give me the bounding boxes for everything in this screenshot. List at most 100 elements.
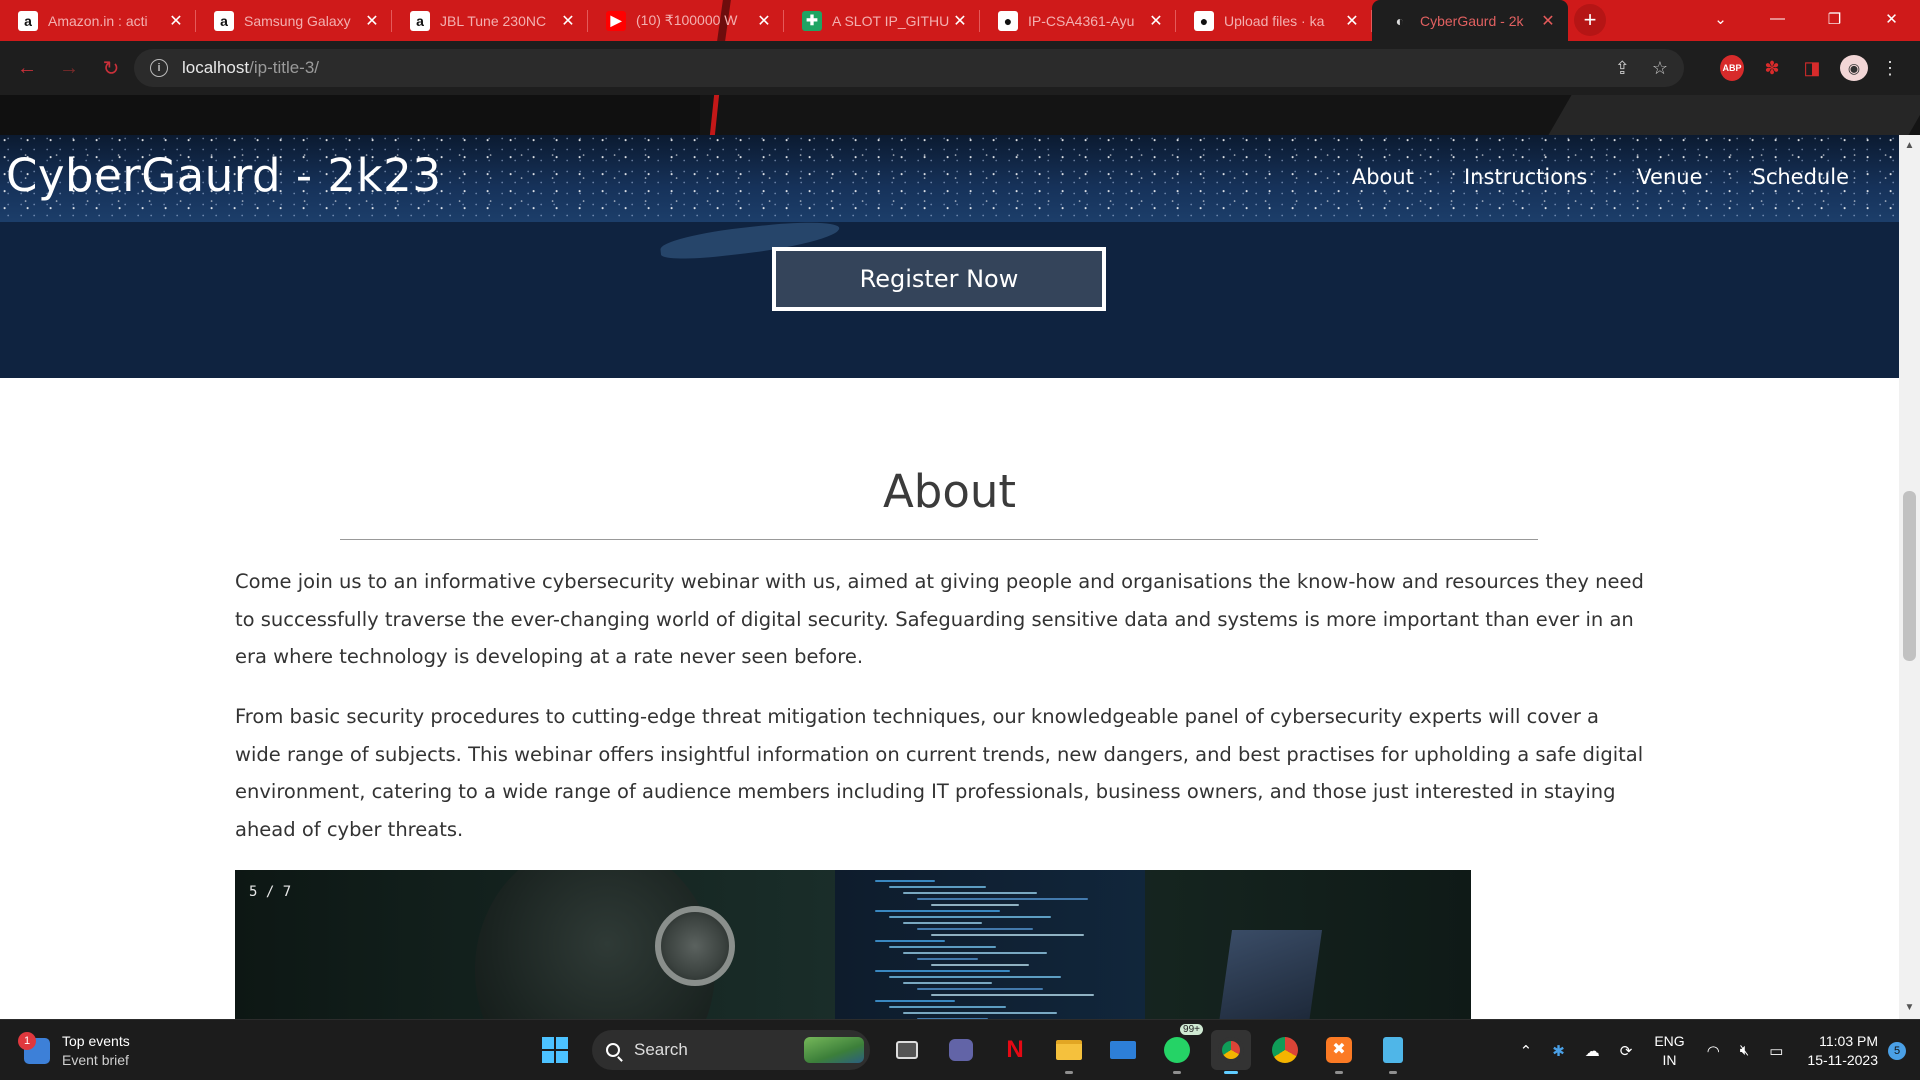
scroll-up-arrow-icon[interactable]: ▲ — [1899, 137, 1920, 155]
register-now-button[interactable]: Register Now — [772, 247, 1106, 311]
netflix-icon[interactable]: N — [995, 1030, 1035, 1070]
sheets-icon: ✚ — [802, 10, 822, 31]
browser-tab[interactable]: ● Upload files · ka ✕ — [1176, 0, 1372, 41]
tab-close-icon[interactable]: ✕ — [362, 11, 382, 31]
tab-title: Amazon.in : acti — [48, 12, 148, 29]
page-scrollbar[interactable]: ▲ ▼ — [1899, 135, 1920, 1019]
browser-tab[interactable]: ● IP-CSA4361-Ayu ✕ — [980, 0, 1176, 41]
divider — [340, 539, 1538, 540]
mail-icon[interactable] — [1103, 1030, 1143, 1070]
task-view-icon[interactable] — [887, 1030, 927, 1070]
tab-close-icon[interactable]: ✕ — [950, 11, 970, 31]
widgets-button[interactable]: 1 Top events Event brief — [18, 1032, 130, 1070]
taskbar-apps: Search N 99+ ✖ — [528, 1024, 1420, 1074]
slide-image-laptop — [1217, 930, 1323, 1019]
site-info-icon[interactable]: i — [150, 59, 168, 77]
clock-date: 15-11-2023 — [1807, 1051, 1878, 1068]
share-icon[interactable]: ⇪ — [1615, 58, 1630, 79]
about-paragraph-2: From basic security procedures to cuttin… — [235, 705, 1644, 842]
url-host: localhost — [182, 58, 250, 77]
chrome-icon[interactable] — [1265, 1030, 1305, 1070]
clock[interactable]: 11:03 PM 15-11-2023 — [1807, 1032, 1878, 1070]
file-explorer-icon[interactable] — [1049, 1030, 1089, 1074]
amazon-icon: a — [18, 10, 38, 31]
new-tab-button[interactable]: + — [1574, 4, 1606, 36]
tab-search-chevron-icon[interactable]: ⌄ — [1692, 0, 1749, 37]
code-line — [903, 1012, 1057, 1014]
teams-chat-icon[interactable] — [941, 1030, 981, 1070]
tab-close-icon[interactable]: ✕ — [1146, 11, 1166, 31]
code-line — [875, 1000, 955, 1002]
chrome-profile-icon[interactable] — [1211, 1030, 1251, 1074]
tab-close-icon[interactable]: ✕ — [1342, 11, 1362, 31]
tab-close-icon[interactable]: ✕ — [558, 11, 578, 31]
code-line — [917, 898, 1088, 900]
page-icon: ◐ — [1395, 12, 1405, 29]
scrollbar-thumb[interactable] — [1903, 491, 1916, 661]
profile-avatar[interactable]: ◉ — [1840, 55, 1868, 81]
tab-close-icon[interactable]: ✕ — [1538, 11, 1558, 31]
region-code: IN — [1662, 1051, 1677, 1068]
nav-link-schedule[interactable]: Schedule — [1753, 165, 1850, 189]
extension-icon[interactable]: ✽ — [1760, 55, 1784, 81]
scroll-down-arrow-icon[interactable]: ▼ — [1899, 999, 1920, 1017]
amazon-icon: a — [214, 10, 234, 31]
forward-button[interactable]: → — [54, 57, 84, 80]
close-window-button[interactable]: ✕ — [1863, 0, 1920, 37]
whatsapp-badge: 99+ — [1180, 1024, 1203, 1035]
whatsapp-icon[interactable]: 99+ — [1157, 1024, 1203, 1074]
start-button[interactable] — [535, 1030, 575, 1070]
back-button[interactable]: ← — [12, 57, 42, 80]
browser-tab[interactable]: ◐ CyberGaurd - 2k ✕ — [1372, 0, 1568, 41]
reload-button[interactable]: ↻ — [96, 56, 126, 81]
tab-title: IP-CSA4361-Ayu — [1028, 12, 1135, 29]
code-line — [875, 970, 1010, 972]
code-line — [917, 928, 1033, 930]
restore-button[interactable]: ❐ — [1806, 0, 1863, 37]
tab-title: CyberGaurd - 2k — [1420, 12, 1524, 29]
code-line — [875, 880, 935, 882]
nav-link-instructions[interactable]: Instructions — [1464, 165, 1587, 189]
battery-icon[interactable]: ▭ — [1769, 1042, 1783, 1060]
menu-kebab-icon[interactable]: ⋮ — [1880, 55, 1900, 81]
widget-subtitle: Event brief — [62, 1052, 129, 1068]
taskbar-search[interactable]: Search — [592, 1030, 870, 1070]
browser-tab[interactable]: ▶ (10) ₹100000 W ✕ — [588, 0, 784, 41]
tab-close-icon[interactable]: ✕ — [166, 11, 186, 31]
nav-link-venue[interactable]: Venue — [1637, 165, 1702, 189]
slideshow[interactable]: 5 / 7 — [235, 870, 1471, 1019]
tab-title: Samsung Galaxy — [244, 12, 351, 29]
bluetooth-icon[interactable]: ✱ — [1552, 1042, 1565, 1060]
bookmark-star-icon[interactable]: ☆ — [1652, 58, 1668, 79]
notepad-icon[interactable] — [1373, 1030, 1413, 1074]
wifi-icon[interactable]: ◠ — [1707, 1042, 1720, 1060]
onedrive-cloud-icon[interactable]: ☁ — [1585, 1042, 1600, 1060]
tab-close-icon[interactable]: ✕ — [754, 11, 774, 31]
browser-tab[interactable]: a JBL Tune 230NC ✕ — [392, 0, 588, 41]
adblock-extension-icon[interactable]: ABP — [1720, 55, 1744, 81]
sidepanel-icon[interactable]: ◨ — [1800, 55, 1824, 81]
widget-title: Top events — [62, 1033, 130, 1049]
page-viewport: CyberGaurd - 2k23 About Instructions Ven… — [0, 135, 1899, 1019]
about-paragraph-1: Come join us to an informative cybersecu… — [235, 570, 1644, 669]
browser-tab[interactable]: a Amazon.in : acti ✕ — [0, 0, 196, 41]
xampp-icon[interactable]: ✖ — [1319, 1030, 1359, 1074]
code-line — [931, 904, 1019, 906]
code-line — [875, 910, 1000, 912]
browser-toolbar: ← → ↻ i localhost/ip-title-3/ ⇪ ☆ ABP ✽ … — [0, 41, 1920, 95]
language-indicator[interactable]: ENG IN — [1654, 1032, 1684, 1070]
sync-icon[interactable]: ⟳ — [1620, 1042, 1633, 1060]
slide-counter: 5 / 7 — [249, 884, 292, 900]
notification-badge[interactable]: 5 — [1888, 1041, 1906, 1060]
address-bar[interactable]: i localhost/ip-title-3/ ⇪ ☆ — [134, 49, 1684, 87]
browser-tab[interactable]: ✚ A SLOT IP_GITHU ✕ — [784, 0, 980, 41]
show-hidden-icons-chevron-icon[interactable]: ⌃ — [1520, 1042, 1533, 1060]
page-background-strip — [0, 95, 1920, 135]
nav-link-about[interactable]: About — [1352, 165, 1414, 189]
github-icon: ● — [998, 10, 1018, 31]
browser-tab[interactable]: a Samsung Galaxy ✕ — [196, 0, 392, 41]
volume-muted-icon[interactable]: 🔇︎ — [1740, 1042, 1749, 1059]
tab-title: A SLOT IP_GITHU — [832, 12, 950, 29]
site-brand[interactable]: CyberGaurd - 2k23 — [6, 149, 441, 202]
minimize-button[interactable]: — — [1749, 0, 1806, 37]
